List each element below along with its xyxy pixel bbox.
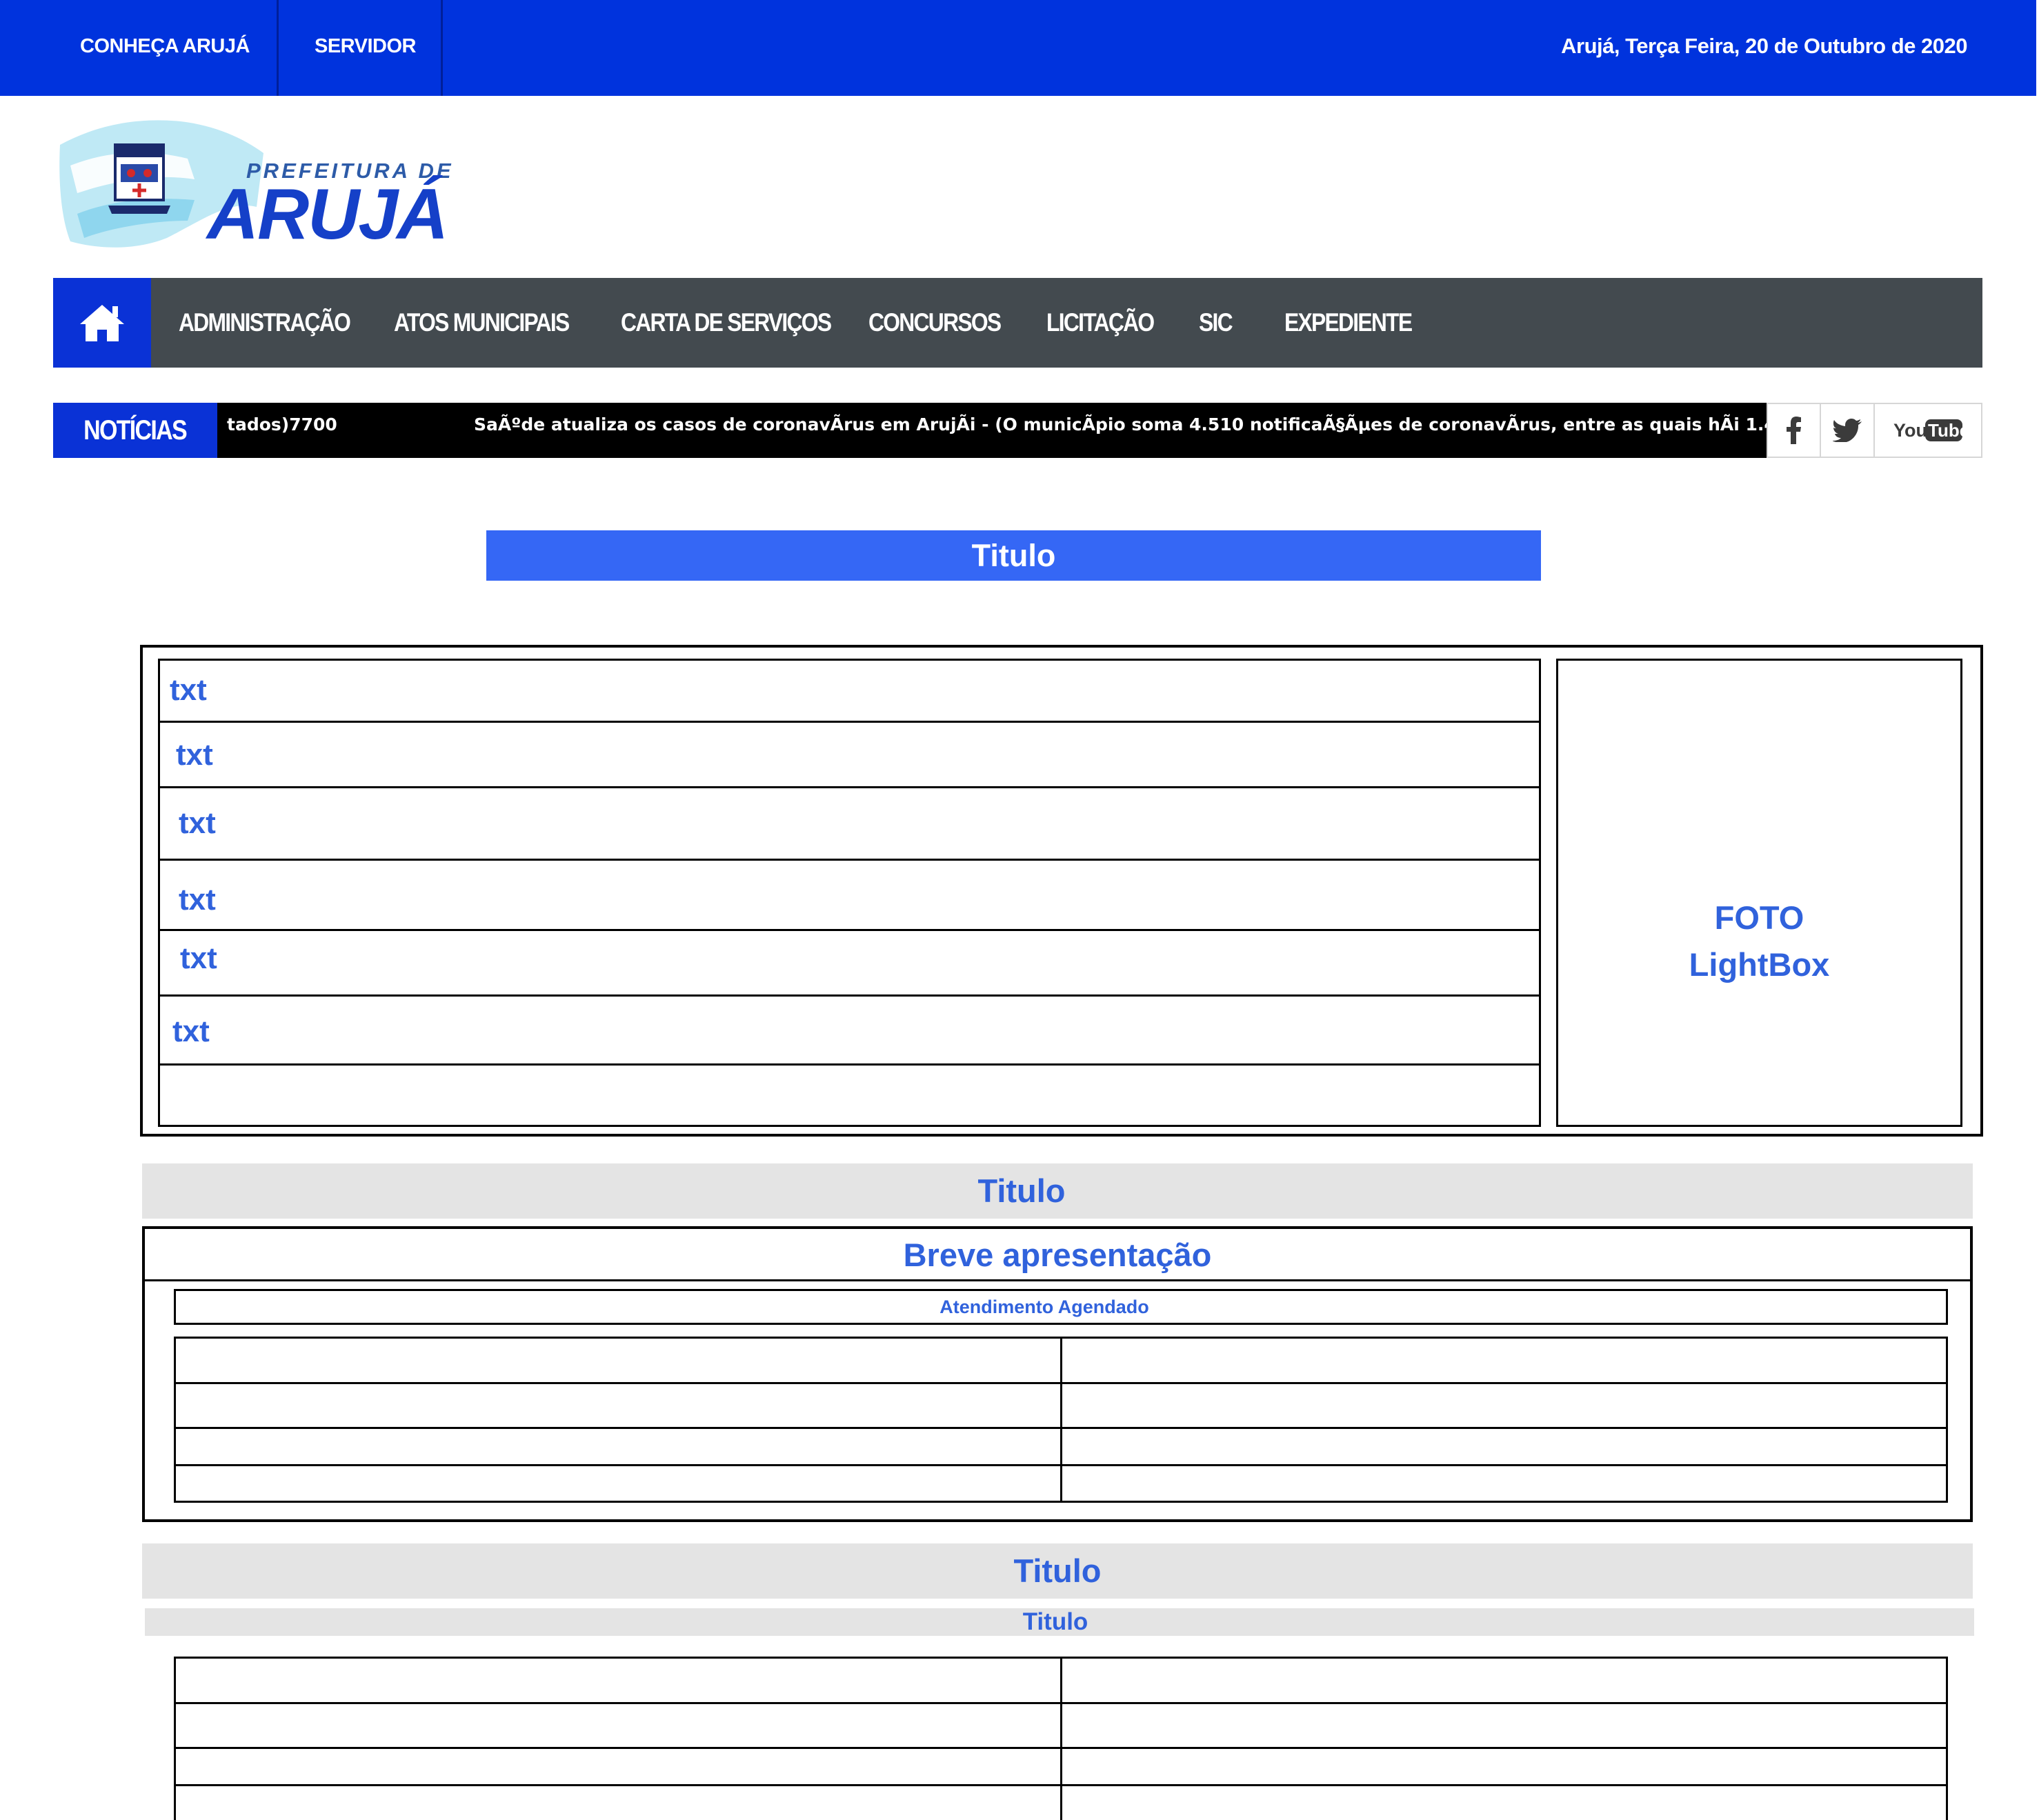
table-cell: txt <box>180 941 217 975</box>
nav-item-carta-de-servicos[interactable]: CARTA DE SERVIÇOS <box>621 278 832 368</box>
top-bar-divider <box>277 0 279 96</box>
nav-item-sic[interactable]: SIC <box>1199 278 1233 368</box>
top-bar-divider <box>441 0 443 96</box>
top-bar: CONHEÇA ARUJÁ SERVIDOR Arujá, Terça Feir… <box>0 0 2036 96</box>
table-cell: txt <box>170 673 207 707</box>
top-link-servidor[interactable]: SERVIDOR <box>315 0 416 96</box>
nav-item-atos-municipais[interactable]: ATOS MUNICIPAIS <box>394 278 570 368</box>
photo-caption-line: LightBox <box>1689 946 1830 983</box>
presentation-header: Breve apresentação <box>145 1229 1970 1281</box>
youtube-icon: You Tube <box>1893 419 1964 441</box>
facebook-button[interactable] <box>1767 403 1821 458</box>
svg-text:Tube: Tube <box>1928 420 1964 441</box>
table-cell: txt <box>179 883 216 917</box>
table-row: txt <box>160 997 1539 1066</box>
section-title: Titulo <box>142 1543 1973 1599</box>
table-row: txt <box>160 931 1539 997</box>
photo-caption-line: FOTO <box>1714 899 1804 936</box>
facebook-icon <box>1786 417 1801 444</box>
table-row <box>160 1066 1539 1125</box>
top-link-conheca-aruja[interactable]: CONHEÇA ARUJÁ <box>80 0 250 96</box>
grid-divider <box>1060 1339 1062 1501</box>
ticker-label: NOTÍCIAS <box>53 403 217 458</box>
info-grid <box>174 1657 1948 1820</box>
news-ticker: NOTÍCIAS tados)7700 SaÃºde atualiza os c… <box>53 403 1982 458</box>
ticker-text-previous[interactable]: tados)7700 <box>227 403 337 447</box>
table-cell: txt <box>179 806 216 840</box>
grid-divider <box>1060 1659 1062 1820</box>
table-row: txt <box>160 788 1539 861</box>
section-subtitle: Titulo <box>145 1608 1974 1636</box>
nav-item-concursos[interactable]: CONCURSOS <box>868 278 1002 368</box>
table-row: txt <box>160 723 1539 788</box>
section-title: Titulo <box>142 1163 1973 1219</box>
table-cell: txt <box>176 738 213 772</box>
main-nav: ADMINISTRAÇÃO ATOS MUNICIPAIS CARTA DE S… <box>53 278 1982 368</box>
twitter-icon <box>1833 419 1862 442</box>
appointment-label: Atendimento Agendado <box>174 1289 1948 1325</box>
table-cell: txt <box>172 1014 210 1048</box>
table-row: txt <box>160 861 1539 931</box>
ticker-text-current[interactable]: SaÃºde atualiza os casos de coronavÃrus … <box>474 403 1767 447</box>
site-logo[interactable]: PREFEITURA DE ARUJÁ <box>57 117 470 255</box>
twitter-button[interactable] <box>1820 403 1875 458</box>
nav-item-administracao[interactable]: ADMINISTRAÇÃO <box>179 278 351 368</box>
nav-home-button[interactable] <box>53 278 151 368</box>
svg-text:You: You <box>1893 420 1927 441</box>
info-grid <box>174 1337 1948 1503</box>
nav-item-licitacao[interactable]: LICITAÇÃO <box>1046 278 1155 368</box>
logo-name: ARUJÁ <box>207 174 448 254</box>
photo-lightbox[interactable]: FOTO LightBox <box>1556 659 1962 1127</box>
section-title: Titulo <box>486 530 1541 581</box>
youtube-button[interactable]: You Tube <box>1873 403 1982 458</box>
table-row: txt <box>160 661 1539 723</box>
current-date: Arujá, Terça Feira, 20 de Outubro de 202… <box>1561 34 1967 58</box>
nav-item-expediente[interactable]: EXPEDIENTE <box>1284 278 1413 368</box>
ticker-text-area[interactable]: tados)7700 SaÃºde atualiza os casos de c… <box>217 403 1767 458</box>
text-rows-table: txt txt txt txt txt txt <box>158 659 1541 1127</box>
home-icon <box>80 305 124 341</box>
